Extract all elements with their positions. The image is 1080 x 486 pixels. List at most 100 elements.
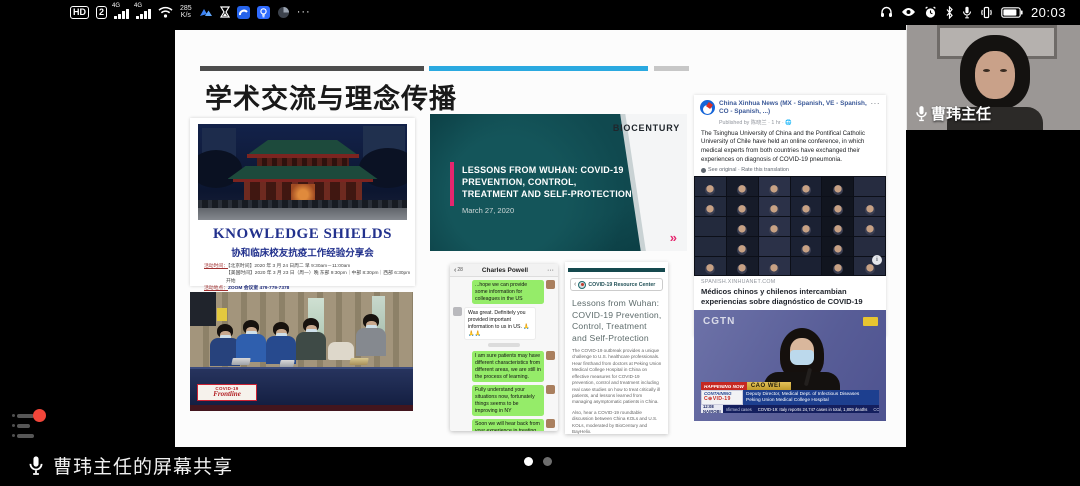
title-accent-bar-blue	[429, 66, 648, 71]
zoom-participant-tile	[695, 177, 726, 196]
resource-body: The COVID-19 outbreak provides a unique …	[572, 348, 662, 434]
biocentury-next-chevron: »	[670, 230, 677, 245]
zoom-participant-tile	[854, 217, 885, 236]
weather-app-icon	[199, 7, 213, 17]
more-notifications-icon: ···	[297, 6, 311, 18]
zoom-participant-tile	[695, 217, 726, 236]
translate-icon	[701, 168, 706, 173]
zoom-participant-tile	[791, 257, 822, 276]
hd-voice-icon: HD	[70, 6, 89, 19]
resource-center-card: ‹ COVID-19 Resource Center Lessons from …	[565, 262, 668, 434]
bluetooth-icon	[945, 6, 954, 19]
chat-menu-icon: ···	[547, 267, 554, 274]
post-menu-icon: ···	[871, 99, 881, 108]
biocentury-brand: BIOCENTURY	[613, 123, 680, 133]
notification-dot	[33, 409, 46, 422]
network-speed: 285K/s	[180, 5, 192, 19]
xinhua-post-body: The Tsinghua University of China and the…	[694, 128, 886, 165]
share-caption-bar: 曹玮主任的屏幕共享	[28, 452, 233, 479]
title-accent-bar-gray	[654, 66, 689, 71]
participant-name-badge: 曹玮主任	[915, 103, 991, 124]
zoom-participant-tile	[695, 257, 726, 276]
zoom-participant-tile	[822, 217, 853, 236]
xinhua-source: SPANISH.XINHUANET.COM	[701, 279, 879, 285]
avatar	[453, 307, 462, 316]
chat-back-icon: ‹	[454, 267, 456, 274]
resource-header: ‹ COVID-19 Resource Center	[570, 278, 663, 291]
slide-title: 学术交流与理念传播	[205, 77, 457, 116]
microphone-status-icon	[962, 6, 972, 19]
chat-timestamp	[488, 343, 520, 347]
message-list-button[interactable]	[12, 412, 46, 444]
zoom-participant-tile	[727, 217, 758, 236]
headset-icon	[880, 6, 893, 18]
chat-messages: ...hope we can provide some information …	[450, 277, 558, 431]
eye-protection-icon	[901, 7, 916, 17]
cgtn-news-still: CGTN HAPPENING NOW CAO WEI CONTAINING C⊕…	[694, 310, 886, 421]
zoom-participant-tile	[791, 217, 822, 236]
hourglass-icon	[220, 6, 230, 19]
zoom-participant-tile	[854, 237, 885, 256]
xinhua-logo-avatar	[700, 100, 715, 115]
resource-logo-icon	[578, 281, 586, 289]
zoom-participant-tile	[822, 177, 853, 196]
zoom-participant-tile	[759, 177, 790, 196]
biocentury-date: March 27, 2020	[462, 206, 514, 215]
containing-covid-logo: CONTAINING C⊕VID-19	[701, 390, 743, 405]
poster-subtitle: 协和临床校友抗疫工作经验分享会	[190, 245, 415, 259]
zoom-participant-tile	[759, 237, 790, 256]
resource-header-label: COVID-19 Resource Center	[588, 282, 655, 288]
frontline-logo: COVID-19 Frontline	[197, 384, 257, 401]
shared-slide: 学术交流与理念传播 KNOWLEDGE SHIELDS 协和临床校友抗疫工作经验…	[175, 30, 906, 447]
wechat-screenshot: ‹ 28 Charles Powell ··· ...hope we can p…	[450, 264, 558, 431]
frontline-meeting-photo: COVID-19 Frontline	[190, 292, 413, 411]
status-bar-left: HD 2 4G 4G 285K/s	[70, 0, 311, 24]
cgtn-lower-third: HAPPENING NOW CAO WEI CONTAINING C⊕VID-1…	[694, 382, 886, 413]
avatar	[546, 280, 555, 289]
zoom-participant-tile	[759, 257, 790, 276]
chat-message: ...hope we can provide some information …	[453, 280, 555, 304]
back-icon: ‹	[574, 281, 576, 288]
chat-message: I am sure patients may have different ch…	[453, 351, 555, 382]
xinhua-published-line: Published by 陈晓兰 · 1 hr · 🌐	[719, 118, 869, 126]
signal-icon-sim1: 4G	[114, 5, 129, 19]
speaker-name-bar: CAO WEI	[747, 382, 791, 390]
zoom-participant-tile	[822, 237, 853, 256]
zoom-participant-tile	[791, 177, 822, 196]
page-dot-active	[524, 457, 533, 466]
zoom-participant-tile	[727, 237, 758, 256]
chat-header: ‹ 28 Charles Powell ···	[450, 264, 558, 277]
zoom-grid	[694, 176, 886, 276]
status-bar-right: 20:03	[880, 0, 1066, 24]
happening-now-badge: HAPPENING NOW	[701, 382, 747, 390]
browser-app-icon	[237, 6, 250, 19]
avatar	[546, 385, 555, 394]
zoom-participant-tile	[695, 237, 726, 256]
battery-icon	[1001, 7, 1023, 18]
zoom-participant-tile	[727, 197, 758, 216]
clock-time: 20:03	[1031, 5, 1066, 20]
biocentury-slide: BIOCENTURY LESSONS FROM WUHAN: COVID-19 …	[430, 114, 687, 251]
xinhua-post-header: China Xinhua News (MX - Spanish, VE - Sp…	[694, 95, 886, 128]
pumc-building-photo	[198, 124, 407, 220]
zoom-participant-tile	[791, 197, 822, 216]
status-bar: HD 2 4G 4G 285K/s	[0, 0, 1080, 24]
mic-icon	[28, 455, 44, 476]
meeting-screen-share-view: HD 2 4G 4G 285K/s	[0, 0, 1080, 486]
wifi-icon	[158, 6, 173, 18]
xinhua-post-card: China Xinhua News (MX - Spanish, VE - Sp…	[694, 95, 886, 337]
zoom-participant-tile	[822, 197, 853, 216]
speaker-title-bar: Deputy Director, Medical Dept. of Infect…	[743, 390, 879, 405]
cgtn-watermark: CGTN	[703, 316, 735, 327]
zoom-participant-tile	[822, 257, 853, 276]
zoom-participant-tile	[727, 257, 758, 276]
avatar	[546, 351, 555, 360]
alarm-icon	[924, 6, 937, 19]
page-indicator	[524, 457, 552, 466]
webcam-tile[interactable]: 曹玮主任	[906, 25, 1080, 130]
zoom-participant-tile	[759, 197, 790, 216]
xinhua-headline: Médicos chinos y chilenos intercambian e…	[701, 287, 879, 307]
title-accent-bar-dark	[200, 66, 424, 71]
news-ticker: 12:08 NAIROBI nfirmed cases COVID-19: It…	[701, 405, 879, 413]
chat-message: Was great. Definitely you provided impor…	[453, 307, 555, 340]
